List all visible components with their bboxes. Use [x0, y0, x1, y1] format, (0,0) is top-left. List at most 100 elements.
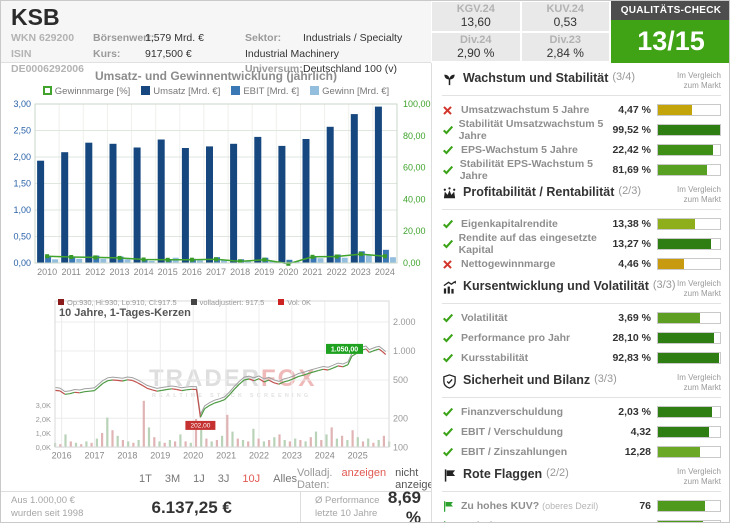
section-title: Wachstum und Stabilität — [463, 71, 609, 85]
compare-line1: Im Vergleich — [676, 467, 721, 476]
metric-market-bar-fill — [658, 427, 709, 437]
bar-chart-legend: Gewinnmarge [%] Umsatz [Mrd. €] EBIT [Mrd.… — [1, 86, 431, 97]
svg-text:0,00: 0,00 — [13, 258, 31, 268]
svg-text:1,00: 1,00 — [13, 205, 31, 215]
svg-text:2,00: 2,00 — [13, 152, 31, 162]
section-profitabilit-t-rentabilit-t: Profitabilität / Rentabilität (2/3) Im Ver… — [442, 185, 721, 274]
shield-icon — [442, 373, 463, 394]
legend-item-umsatz-mrd[interactable]: Umsatz [Mrd. €] — [141, 86, 220, 97]
metric-value: 22,42 % — [612, 144, 651, 156]
price-chart[interactable]: Op:930, Hi:930, Lo:910, Cl:917.5 volladju… — [1, 295, 431, 467]
range-button-3m[interactable]: 3M — [165, 473, 180, 485]
metric-label: Stabilität EPS-Wachstum 5 Jahre — [459, 158, 593, 182]
metric-value: 4,47 % — [618, 104, 651, 116]
legend-swatch — [310, 86, 320, 95]
section-divider — [442, 95, 721, 96]
metric-label: Umsatzwachstum 5 Jahre — [461, 104, 590, 116]
metric-market-bar — [657, 312, 721, 324]
seed-performance: Aus 1.000,00 € wurden seit 1998 6.137,25… — [1, 492, 301, 522]
section-score: (3/3) — [594, 373, 617, 385]
kgv24-value: 13,60 — [460, 15, 491, 29]
metric-label: Finanzverschuldung — [461, 406, 564, 418]
metric-market-bar — [657, 406, 721, 418]
svg-text:2017: 2017 — [84, 451, 104, 461]
compare-line2: zum Markt — [683, 289, 721, 298]
chart-up-icon — [442, 279, 463, 300]
wkn-value: WKN 629200 — [11, 32, 75, 45]
metric-value: 13,27 % — [612, 238, 651, 250]
section-header: Profitabilität / Rentabilität (2/3) Im Ver… — [442, 185, 721, 206]
compare-to-market-label: Im Vergleich zum Markt — [677, 467, 721, 487]
stock-title: KSB — [11, 4, 60, 30]
section-title: Profitabilität / Rentabilität — [463, 185, 615, 199]
metric-label: Eigenkapitalrendite — [461, 218, 558, 230]
range-button-1t[interactable]: 1T — [139, 473, 152, 485]
metric-market-bar — [657, 332, 721, 344]
svg-text:1,0K: 1,0K — [36, 429, 51, 438]
range-button-1j[interactable]: 1J — [193, 473, 205, 485]
ohlc-legend: Op:930, Hi:930, Lo:910, Cl:917.5 volladju… — [58, 298, 311, 307]
metric-row-eigenkapitalrendite: Eigenkapitalrendite 13,38 % — [442, 214, 721, 234]
section-header: Sicherheit und Bilanz (3/3) Im Vergleich zu… — [442, 373, 721, 394]
div24-value: 2,90 % — [457, 45, 495, 60]
ohlc-item-vol: Vol: 0K — [278, 298, 311, 307]
range-button-10j[interactable]: 10J — [242, 473, 260, 485]
quality-panel: Wachstum und Stabilität (3/4) Im Vergleich… — [431, 63, 729, 522]
legend-label: Gewinn [Mrd. €] — [322, 86, 390, 97]
svg-text:500: 500 — [393, 375, 408, 385]
metric-value: 12,28 — [624, 446, 651, 458]
svg-text:2024: 2024 — [315, 451, 335, 461]
svg-text:2022: 2022 — [327, 267, 347, 277]
candlestick-plot[interactable]: 2016 2017 2018 2019 2020 2021 2022 2023 2024 2025… — [1, 295, 431, 467]
candle-chart-title: 10 Jahre, 1-Tages-Kerzen — [59, 307, 191, 319]
boersenwert-value: 1,579 Mrd. € — [145, 32, 204, 45]
svg-text:0,0K: 0,0K — [36, 443, 51, 452]
svg-text:2020: 2020 — [183, 451, 203, 461]
legend-swatch — [141, 86, 151, 95]
legend-label: Gewinnmarge [%] — [54, 86, 131, 97]
kurs-value: 917,500 € — [145, 47, 192, 60]
range-button-alles[interactable]: Alles — [273, 473, 297, 485]
section-sicherheit-und-bilanz: Sicherheit und Bilanz (3/3) Im Vergleich zu… — [442, 373, 721, 462]
metric-value: 2,03 % — [618, 406, 651, 418]
metric-market-bar-fill — [658, 313, 701, 323]
metric-label: Zu hohes KUV? (oberes Dezil) — [461, 500, 599, 512]
svg-text:3,00: 3,00 — [13, 99, 31, 109]
svg-text:2020: 2020 — [278, 267, 298, 277]
legend-item-ebit-mrd[interactable]: EBIT [Mrd. €] — [231, 86, 299, 97]
tile-kuv24: KUV.24 0,53 — [521, 2, 609, 31]
compare-to-market-label: Im Vergleich zum Markt — [677, 71, 721, 91]
legend-item-gewinnmarge[interactable]: Gewinnmarge [%] — [42, 86, 131, 97]
legend-label: Umsatz [Mrd. €] — [153, 86, 221, 97]
bar-chart-title: Umsatz- und Gewinnentwicklung (jährlich) — [94, 69, 337, 83]
metric-market-bar-fill — [658, 259, 685, 269]
volladj-label: Volladj. Daten: — [296, 467, 333, 491]
range-button-3j[interactable]: 3J — [218, 473, 230, 485]
current-price-tag: 1.050,00 — [326, 343, 363, 354]
section-divider — [442, 303, 721, 304]
legend-item-gewinn-mrd[interactable]: Gewinn [Mrd. €] — [310, 86, 389, 97]
metric-market-bar — [657, 258, 721, 270]
svg-text:0,00: 0,00 — [403, 258, 421, 268]
section-title: Kursentwicklung und Volatilität — [463, 279, 649, 293]
boersenwert-label: Börsenwert: — [93, 32, 155, 45]
metric-value: 4,46 % — [618, 258, 651, 270]
metric-market-bar-fill — [658, 447, 701, 457]
chart-controls: 1T 3M 1J 3J 10J Alles Volladj. Daten: anzeigen… — [1, 467, 440, 491]
quality-check-label: QUALITÄTS-CHECK — [611, 1, 729, 20]
svg-text:1,50: 1,50 — [13, 179, 31, 189]
svg-text:2018: 2018 — [117, 451, 137, 461]
svg-text:20,00: 20,00 — [403, 226, 426, 236]
cross-icon — [442, 259, 461, 270]
metric-row-stabilit-t-umsatzwachstum-5-jahre: Stabilität Umsatzwachstum 5 Jahre 99,52 % — [442, 118, 721, 142]
check-icon — [442, 218, 461, 230]
section-score: (2/3) — [618, 185, 642, 197]
svg-text:202,00: 202,00 — [190, 423, 210, 430]
svg-text:2016: 2016 — [52, 451, 72, 461]
compare-to-market-label: Im Vergleich zum Markt — [677, 185, 721, 205]
metric-market-bar — [657, 104, 721, 116]
svg-text:2015: 2015 — [158, 267, 178, 277]
ohlc-swatch — [58, 299, 64, 305]
bar-chart-plot[interactable]: 3,00 2,50 2,00 1,50 1,00 0,50 0,00 100,00 80,00 6… — [1, 98, 431, 288]
tile-kgv24: KGV.24 13,60 — [432, 2, 520, 31]
